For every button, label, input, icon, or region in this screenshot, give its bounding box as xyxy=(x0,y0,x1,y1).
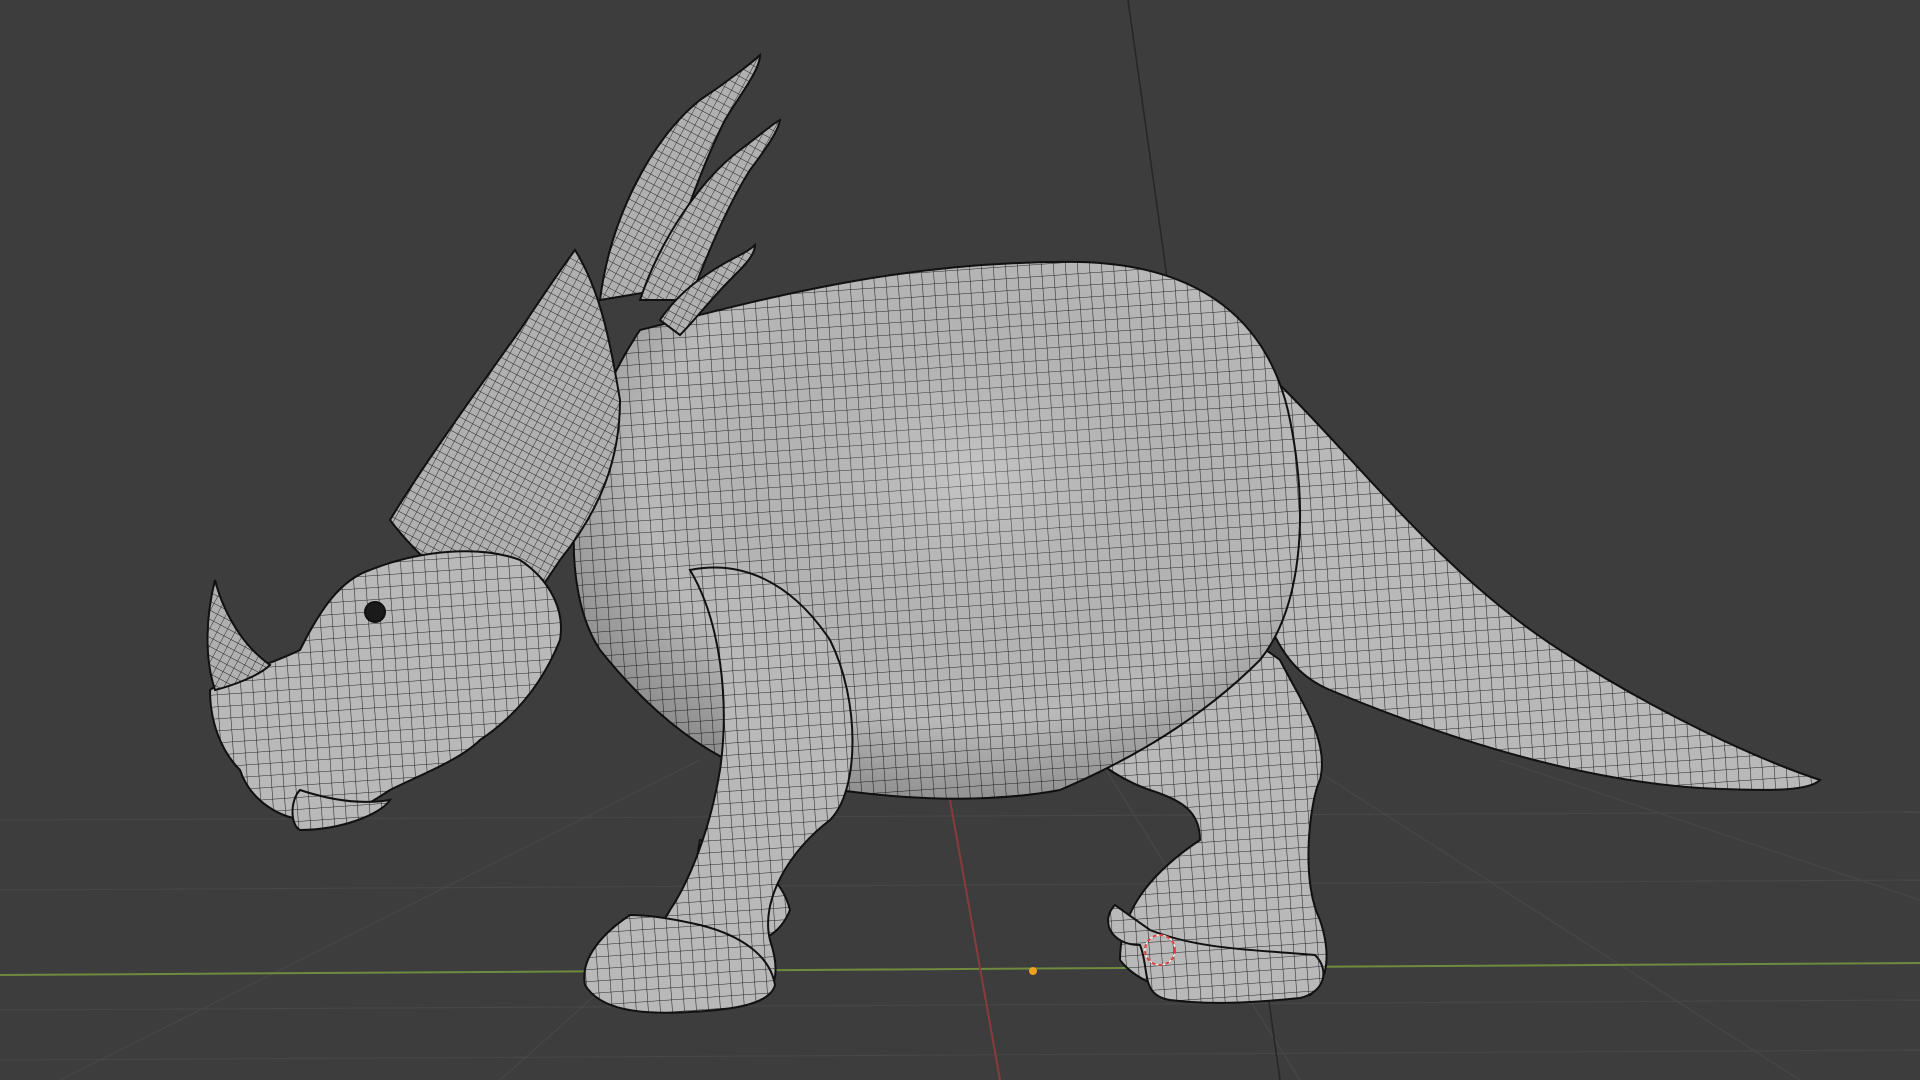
head[interactable] xyxy=(208,550,562,822)
x-axis-line xyxy=(0,962,1920,976)
3d-viewport[interactable] xyxy=(0,0,1920,1080)
viewport-canvas[interactable] xyxy=(0,0,1920,1080)
y-axis-line xyxy=(949,799,1001,1080)
object-origin-icon[interactable] xyxy=(1029,967,1037,975)
tail[interactable] xyxy=(1228,337,1822,791)
eye xyxy=(364,601,386,623)
dinosaur-mesh[interactable] xyxy=(206,52,1822,1014)
